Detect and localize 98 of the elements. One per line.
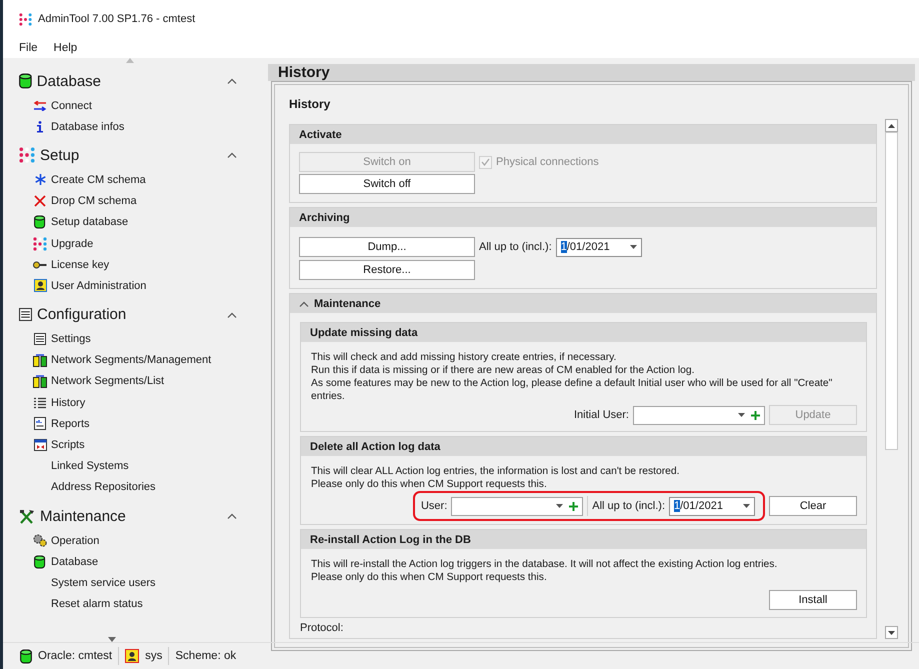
collapse-chevron-icon[interactable] bbox=[227, 152, 237, 158]
sidebar-item[interactable]: Upgrade bbox=[51, 238, 94, 250]
section-title[interactable]: Database bbox=[36, 72, 222, 90]
collapse-chevron-icon[interactable] bbox=[227, 78, 237, 84]
add-icon[interactable] bbox=[751, 410, 760, 420]
sidebar-item[interactable]: User Administration bbox=[51, 280, 146, 292]
database-icon bbox=[34, 215, 46, 230]
date-field[interactable]: 1/01/2021 bbox=[669, 496, 755, 516]
switch-off-button[interactable]: Switch off bbox=[299, 174, 475, 194]
field-label: Initial User: bbox=[574, 409, 629, 421]
description-text: This will re-install the Action log triggers in the database. It will not affect the existing Action log entries. bbox=[311, 558, 778, 571]
sidebar-item[interactable]: Network Segments/Management bbox=[51, 354, 212, 366]
tools-icon bbox=[19, 508, 35, 524]
dump-button[interactable]: Dump... bbox=[299, 237, 475, 257]
database-icon bbox=[20, 648, 32, 664]
dot-grid-icon bbox=[19, 12, 32, 26]
list-icon bbox=[34, 396, 46, 409]
list-icon bbox=[19, 308, 32, 321]
add-icon[interactable] bbox=[569, 502, 578, 510]
section-title[interactable]: Configuration bbox=[37, 306, 222, 323]
cross-icon bbox=[34, 195, 46, 208]
checkbox-label: Physical connections bbox=[496, 156, 599, 168]
field-label: User: bbox=[420, 500, 448, 512]
description-text: This will check and add missing history create entries, if necessary. bbox=[311, 351, 618, 364]
scroll-down-icon bbox=[888, 630, 895, 634]
clear-button[interactable]: Clear bbox=[769, 496, 857, 516]
description-text: Please only do this when CM Support requests this. bbox=[311, 571, 548, 584]
date-field[interactable]: 1/01/2021 bbox=[556, 238, 642, 256]
group-title[interactable]: Maintenance bbox=[290, 294, 876, 313]
restore-button[interactable]: Restore... bbox=[299, 260, 475, 280]
sidebar-item[interactable]: Reset alarm status bbox=[51, 598, 143, 610]
dot-grid-icon bbox=[33, 236, 47, 251]
database-icon bbox=[19, 73, 32, 89]
dropdown-caret-icon[interactable] bbox=[630, 245, 637, 249]
group-title: Update missing data bbox=[301, 323, 866, 342]
dropdown-caret-icon[interactable] bbox=[556, 504, 564, 508]
sidebar-item[interactable]: Linked Systems bbox=[51, 460, 129, 472]
sidebar-item[interactable]: Drop CM schema bbox=[51, 195, 137, 208]
network-rack-icon bbox=[33, 354, 47, 367]
sidebar-item[interactable]: Setup database bbox=[51, 216, 128, 228]
page-title: History bbox=[268, 64, 915, 81]
sidebar-item[interactable]: License key bbox=[51, 258, 110, 271]
user-icon bbox=[34, 279, 46, 292]
dot-grid-icon bbox=[19, 147, 35, 164]
snowflake-icon bbox=[34, 174, 46, 186]
section-title[interactable]: Maintenance bbox=[40, 508, 222, 524]
description-text: Please only do this when CM Support requests this. bbox=[311, 478, 548, 491]
scrollbar-thumb[interactable] bbox=[885, 132, 898, 450]
section-title[interactable]: Setup bbox=[40, 146, 222, 164]
field-label: Protocol: bbox=[300, 622, 344, 634]
report-icon bbox=[34, 417, 46, 430]
collapse-chevron-icon[interactable] bbox=[299, 300, 309, 306]
description-text: Run this if data is missing or if there are new areas of CM enabled for the Action log. bbox=[311, 364, 696, 377]
sidebar-item[interactable]: Network Segments/List bbox=[51, 375, 164, 388]
group-title: Delete all Action log data bbox=[301, 437, 866, 456]
sidebar-item[interactable]: Address Repositories bbox=[51, 481, 156, 494]
dropdown-caret-icon[interactable] bbox=[738, 413, 745, 417]
description-text: As some features may be new to the Action log, please define a default Initial user who will be used for all "Create" entries. bbox=[311, 377, 834, 403]
key-icon bbox=[33, 260, 47, 269]
sidebar-item[interactable]: Reports bbox=[51, 418, 90, 430]
user-status: sys bbox=[145, 650, 162, 662]
menu-item[interactable]: Help bbox=[54, 42, 78, 54]
description-text: This will clear ALL Action log entries, the information is lost and can't be restored. bbox=[311, 465, 680, 478]
field-label: All up to (incl.): bbox=[479, 241, 552, 253]
scroll-up-icon bbox=[888, 124, 895, 128]
sidebar-item[interactable]: History bbox=[51, 396, 86, 409]
section-heading: History bbox=[289, 97, 332, 111]
collapse-chevron-icon[interactable] bbox=[227, 513, 237, 519]
arrows-icon bbox=[33, 100, 47, 111]
install-button[interactable]: Install bbox=[769, 590, 857, 610]
gears-icon bbox=[33, 534, 47, 548]
menu-item[interactable]: File bbox=[19, 42, 38, 54]
scroll-down-icon[interactable] bbox=[108, 637, 116, 642]
dropdown-caret-icon[interactable] bbox=[743, 504, 750, 508]
sidebar-item[interactable]: Scripts bbox=[51, 439, 85, 452]
sidebar-item[interactable]: Connect bbox=[51, 100, 92, 112]
sidebar-item[interactable]: System service users bbox=[51, 576, 156, 589]
sidebar-item[interactable]: Database bbox=[51, 556, 98, 568]
scroll-up-button[interactable] bbox=[885, 119, 898, 132]
database-icon bbox=[34, 554, 46, 569]
script-window-icon bbox=[34, 439, 46, 452]
group-title: Activate bbox=[290, 125, 876, 144]
network-rack-icon bbox=[33, 374, 47, 388]
connection-status: Oracle: cmtest bbox=[38, 650, 112, 662]
group-title: Re-install Action Log in the DB bbox=[301, 530, 866, 549]
list-icon bbox=[34, 333, 46, 346]
scheme-status: Scheme: ok bbox=[175, 650, 236, 662]
user-icon bbox=[125, 649, 140, 663]
sidebar-item[interactable]: Operation bbox=[51, 534, 100, 547]
sidebar-item[interactable]: Create CM schema bbox=[51, 174, 146, 186]
sidebar-item[interactable]: Database infos bbox=[51, 120, 124, 133]
info-icon bbox=[36, 120, 44, 133]
sidebar-item[interactable]: Settings bbox=[51, 333, 91, 346]
group-title: Archiving bbox=[290, 208, 876, 227]
field-label: All up to (incl.): bbox=[592, 500, 665, 512]
window-title: AdminTool 7.00 SP1.76 - cmtest bbox=[38, 13, 196, 25]
scroll-down-button[interactable] bbox=[885, 626, 898, 639]
collapse-chevron-icon[interactable] bbox=[227, 312, 237, 318]
